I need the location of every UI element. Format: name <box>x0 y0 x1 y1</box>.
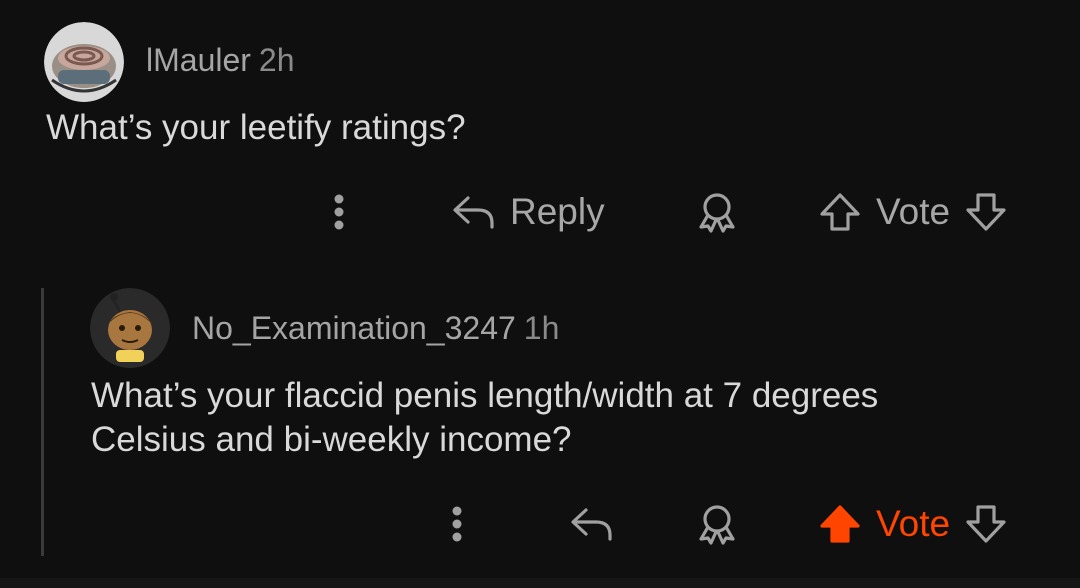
avatar-image <box>44 22 124 102</box>
award-icon <box>699 193 735 233</box>
bottom-divider <box>0 578 1080 588</box>
reply-button[interactable] <box>570 494 614 554</box>
award-button[interactable] <box>696 494 738 554</box>
comment-actions: Vote <box>0 494 1080 554</box>
more-options-button[interactable] <box>326 182 352 242</box>
avatar-image <box>90 288 170 368</box>
reply-label: Reply <box>510 191 605 232</box>
downvote-icon[interactable] <box>964 504 1008 544</box>
comment-body-line-2: Celsius and bi-weekly income? <box>91 420 572 459</box>
comment-meta: No_Examination_3247 1h <box>192 308 559 348</box>
comment-body: What’s your leetify ratings? <box>46 108 466 147</box>
username[interactable]: lMauler <box>146 42 251 78</box>
vote-label: Vote <box>876 503 951 544</box>
reply-icon <box>453 196 494 229</box>
more-options-button[interactable] <box>444 494 470 554</box>
username[interactable]: No_Examination_3247 <box>192 310 516 346</box>
more-vertical-icon <box>334 194 344 230</box>
more-vertical-icon <box>452 506 462 542</box>
avatar[interactable] <box>90 288 170 368</box>
comment-2: No_Examination_3247 1h What’s your flacci… <box>0 270 1080 580</box>
award-button[interactable] <box>696 182 738 242</box>
reply-button[interactable]: Reply <box>452 182 605 242</box>
comment-1: lMauler 2h What’s your leetify ratings? R… <box>0 0 1080 270</box>
comment-body-line-1: What’s your flaccid penis length/width a… <box>91 376 879 415</box>
vote-controls: Vote <box>818 494 1008 554</box>
upvote-icon[interactable] <box>818 192 862 232</box>
comment-meta: lMauler 2h <box>146 40 295 80</box>
reply-icon <box>571 508 612 541</box>
timestamp: 2h <box>258 42 295 78</box>
downvote-icon[interactable] <box>964 192 1008 232</box>
comment-actions: Reply Vote <box>0 182 1080 242</box>
avatar[interactable] <box>44 22 124 102</box>
vote-controls: Vote <box>818 182 1008 242</box>
award-icon <box>699 505 735 545</box>
vote-label: Vote <box>876 191 951 232</box>
timestamp: 1h <box>523 310 560 346</box>
upvote-icon[interactable] <box>818 504 862 544</box>
